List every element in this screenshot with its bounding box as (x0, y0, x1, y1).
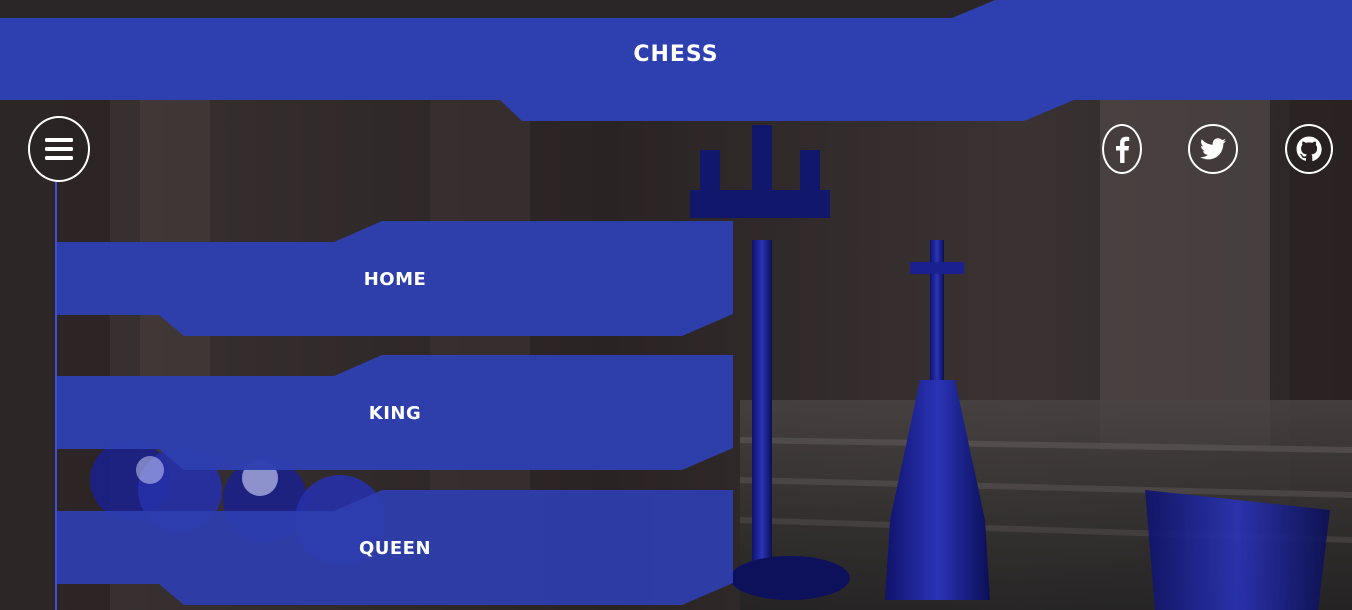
menu-item-queen[interactable]: QUEEN (57, 490, 733, 610)
hamburger-icon (45, 138, 73, 160)
app-screen: CHESS HOME KING QUEEN (0, 0, 1352, 610)
twitter-button[interactable] (1188, 124, 1238, 174)
twitter-icon (1200, 138, 1226, 160)
menu-item-label: HOME (363, 269, 427, 290)
menu-toggle-button[interactable] (28, 116, 90, 182)
github-icon (1296, 136, 1322, 162)
facebook-icon (1116, 136, 1130, 163)
github-button[interactable] (1285, 124, 1333, 174)
menu-item-home[interactable]: HOME (57, 221, 733, 341)
facebook-button[interactable] (1102, 124, 1142, 174)
menu-item-label: QUEEN (358, 538, 432, 559)
header-banner: CHESS (0, 0, 1352, 122)
menu-item-king[interactable]: KING (57, 355, 733, 475)
page-title: CHESS (633, 42, 719, 67)
menu-item-label: KING (368, 403, 422, 424)
